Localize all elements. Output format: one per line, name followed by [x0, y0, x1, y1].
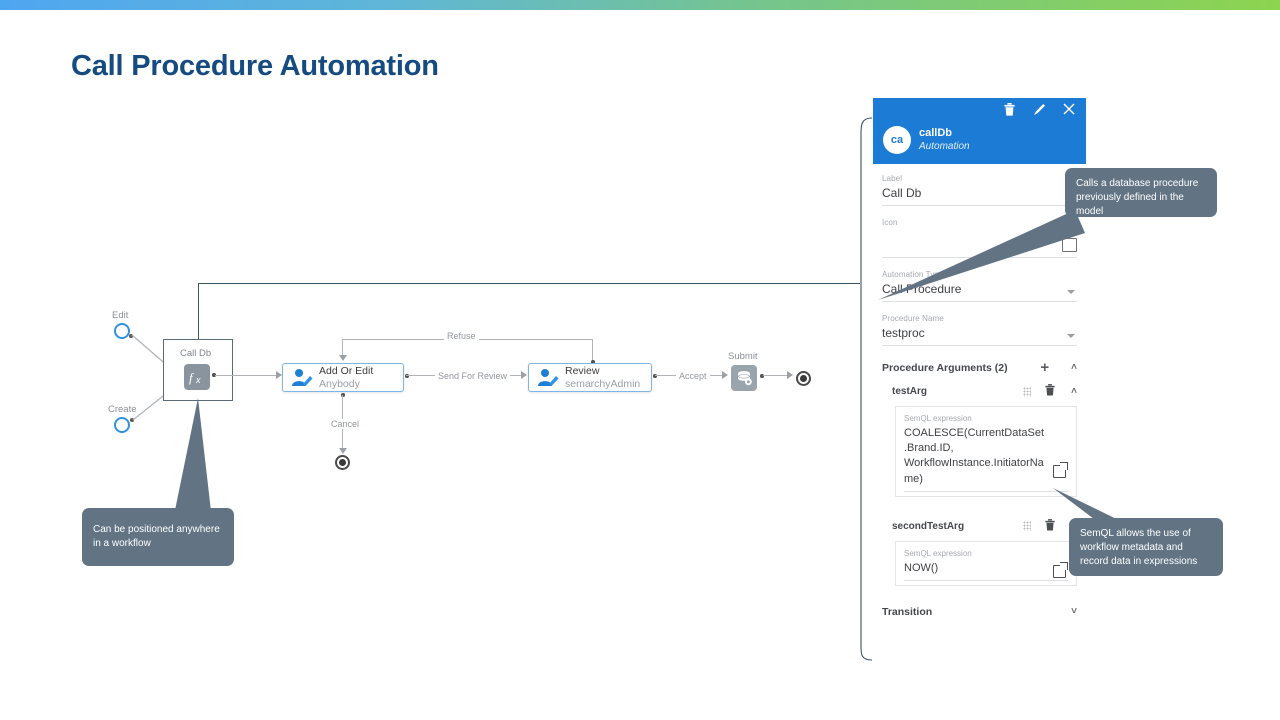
callout-automation-type: Calls a database procedure previously de… — [1065, 168, 1217, 217]
chevron-up-icon[interactable]: ˄ — [1071, 386, 1077, 397]
delete-icon[interactable] — [1002, 102, 1016, 116]
user-edit-icon — [537, 368, 559, 388]
semql-expression-input[interactable]: NOW() — [904, 561, 1068, 581]
edge-label-refuse: Refuse — [444, 331, 479, 341]
chevron-up-icon[interactable]: ˄ — [1071, 362, 1077, 373]
transition-section-header[interactable]: Transition ˅ — [882, 604, 1077, 618]
task-review[interactable]: Review semarchyAdmin — [528, 363, 652, 392]
edge-arrow-cancel — [339, 448, 347, 454]
panel-identity: ca callDb Automation — [883, 126, 970, 154]
edge-label-accept: Accept — [676, 371, 710, 381]
edge-arrow-end — [787, 371, 793, 379]
open-editor-icon[interactable] — [1053, 461, 1068, 478]
transition-title: Transition — [882, 605, 933, 618]
task-assignee: semarchyAdmin — [565, 377, 641, 390]
svg-text:f: f — [189, 370, 195, 385]
database-submit-icon[interactable] — [731, 365, 757, 391]
edge-submit-to-end — [763, 375, 790, 377]
edge-label-cancel: Cancel — [328, 419, 363, 429]
edge-arrow-accept — [722, 371, 728, 379]
add-argument-icon[interactable]: + — [1040, 360, 1049, 375]
chevron-down-icon[interactable]: ˅ — [1071, 606, 1077, 617]
callout-position: Can be positioned anywhere in a workflow — [82, 508, 234, 566]
submit-node-label: Submit — [728, 351, 758, 362]
argument-name: testArg — [892, 386, 928, 397]
workflow-diagram: Edit Create Call Db f x Add Or Edit Anyb… — [0, 0, 880, 560]
drag-handle-icon[interactable] — [1023, 521, 1032, 532]
slide-canvas: Call Procedure Automation Edit Create Ca… — [0, 0, 1280, 720]
end-node-cancel[interactable] — [335, 455, 350, 470]
label-input[interactable]: Call Db — [882, 186, 1077, 206]
argument-header: testArg ˄ — [882, 384, 1077, 399]
fx-glyph: f x — [189, 370, 201, 385]
argument-name: secondTestArg — [892, 520, 965, 532]
chevron-down-icon[interactable] — [1067, 334, 1075, 338]
drag-handle-icon[interactable] — [1023, 386, 1032, 397]
panel-object-name: callDb — [919, 126, 953, 139]
task-add-or-edit[interactable]: Add Or Edit Anybody — [282, 363, 404, 392]
panel-object-type: Automation — [919, 140, 970, 152]
field-label: Label Call Db — [882, 174, 1077, 206]
avatar: ca — [883, 126, 911, 154]
automation-node-label: Call Db — [180, 348, 212, 359]
task-assignee: Anybody — [319, 377, 360, 390]
delete-icon[interactable] — [1045, 384, 1055, 399]
callout-position-pointer — [173, 398, 212, 520]
user-edit-icon — [291, 368, 313, 388]
edge-calldb-to-addoredit — [215, 375, 278, 377]
task-name: Review — [565, 365, 600, 378]
panel-header-actions — [1002, 102, 1076, 116]
edit-icon[interactable] — [1032, 102, 1046, 116]
field-procedure-name-caption: Procedure Name — [882, 314, 944, 323]
function-fx-icon: f x — [184, 364, 210, 390]
field-label-caption: Label — [882, 174, 903, 183]
start-label-edit: Edit — [112, 310, 129, 321]
edge-label-send-for-review: Send For Review — [435, 371, 511, 381]
edge-arrow-review — [521, 371, 527, 379]
panel-header: ca callDb Automation — [873, 98, 1086, 164]
task-name: Add Or Edit — [319, 365, 374, 378]
svg-text:x: x — [195, 375, 201, 385]
end-node-final[interactable] — [796, 371, 811, 386]
panel-connector-horizontal — [198, 283, 860, 284]
edge-arrow-refuse — [339, 355, 347, 361]
callout-semql: SemQL allows the use of workflow metadat… — [1069, 518, 1223, 576]
procedure-name-select[interactable]: testproc — [882, 326, 1077, 346]
procedure-arguments-section-header: Procedure Arguments (2) + ˄ — [882, 360, 1077, 375]
field-procedure-name: Procedure Name testproc — [882, 314, 1077, 346]
semql-caption: SemQL expression — [904, 414, 972, 423]
open-editor-icon[interactable] — [1053, 561, 1068, 578]
callout-automation-type-pointer — [878, 210, 1085, 300]
procedure-arguments-title: Procedure Arguments (2) — [882, 361, 1008, 374]
close-icon[interactable] — [1062, 102, 1076, 116]
